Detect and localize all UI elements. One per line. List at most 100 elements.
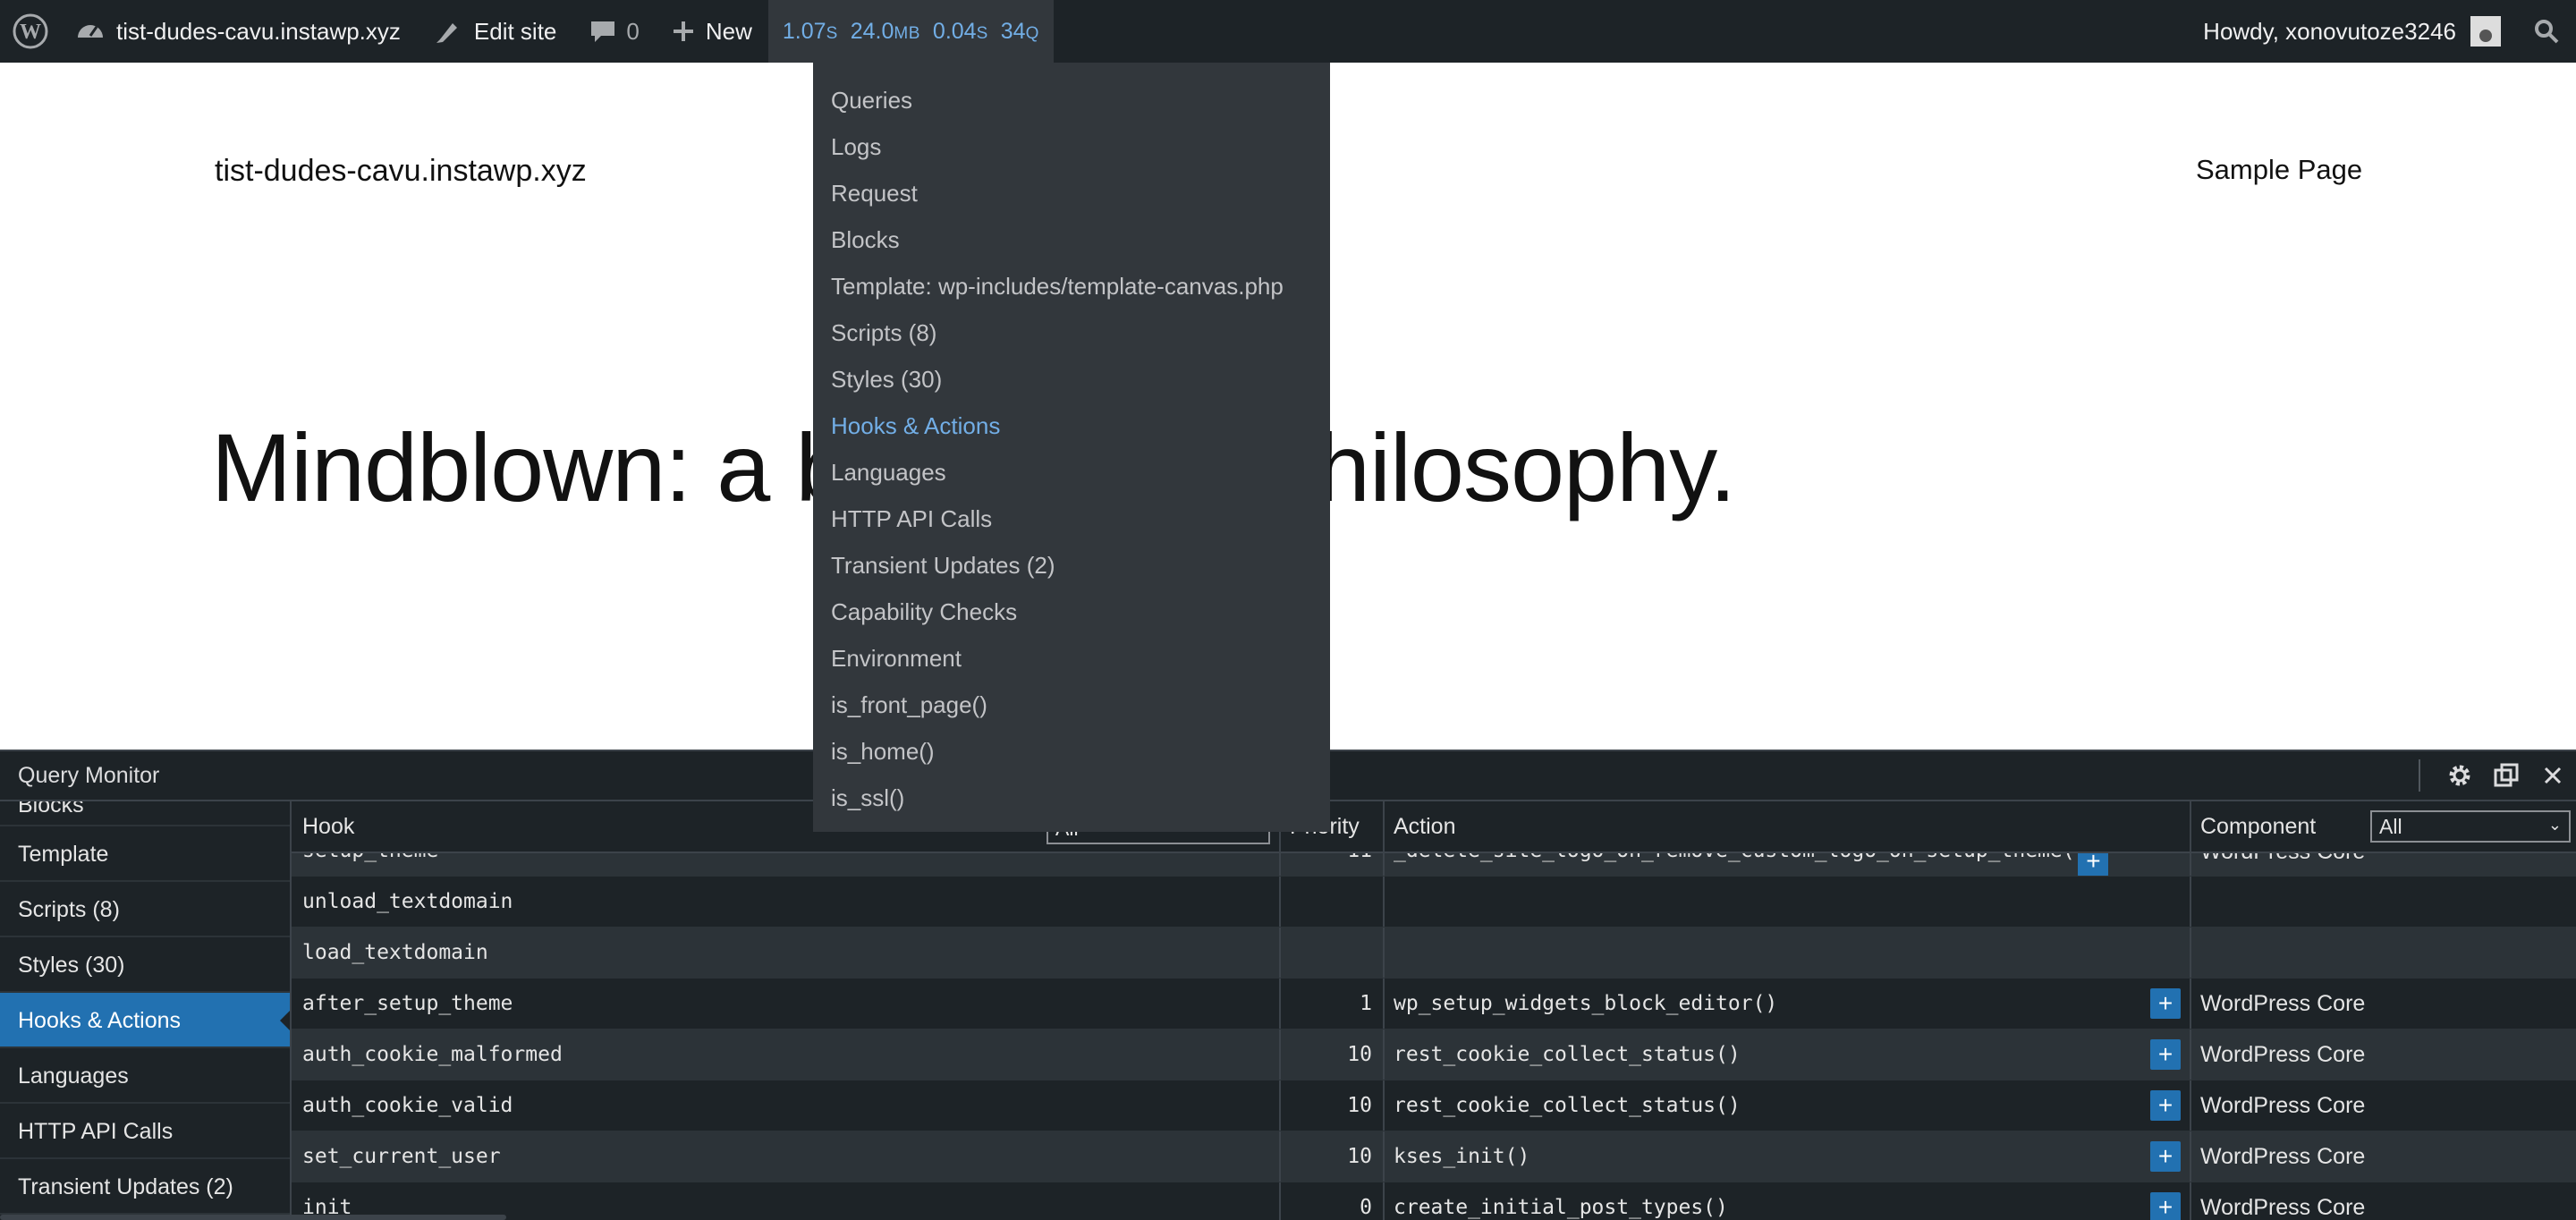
admin-bar: W tist-dudes-cavu.instawp.xyz Edit site …	[0, 0, 2576, 63]
hook-action: rest_cookie_collect_status()	[1394, 1094, 1741, 1117]
qm-menu-capability-checks[interactable]: Capability Checks	[813, 589, 1330, 635]
new-label: New	[705, 17, 752, 45]
table-row: load_textdomain	[292, 928, 2576, 979]
qm-menu-logs[interactable]: Logs	[813, 123, 1330, 170]
qm-menu-transient-updates[interactable]: Transient Updates (2)	[813, 542, 1330, 589]
expand-button[interactable]: +	[2150, 1090, 2181, 1121]
expand-button[interactable]: +	[2150, 1141, 2181, 1172]
column-header-component[interactable]: Component All ⌄	[2191, 801, 2576, 851]
hooks-table: Hook All ⌄ Priority Action Component All…	[292, 801, 2576, 1220]
qm-memory: 24.0MB	[850, 18, 920, 44]
qm-nav-blocks[interactable]: Blocks	[0, 801, 290, 826]
hook-priority: 10	[1347, 1043, 1372, 1066]
edit-site-link[interactable]: Edit site	[417, 0, 573, 63]
qm-toggle-position-button[interactable]	[2483, 752, 2529, 799]
qm-nav-languages[interactable]: Languages	[0, 1048, 290, 1104]
paintbrush-icon	[436, 23, 457, 43]
hook-name: auth_cookie_valid	[302, 1094, 513, 1117]
qm-db-time: 0.04S	[932, 18, 988, 44]
hook-name: set_current_user	[302, 1145, 501, 1168]
action-header-label: Action	[1394, 813, 1456, 839]
column-header-action[interactable]: Action	[1385, 801, 2191, 851]
qm-nav-styles[interactable]: Styles (30)	[0, 937, 290, 993]
qm-panel-title: Query Monitor	[18, 762, 160, 788]
qm-panel-nav: Blocks Template Scripts (8) Styles (30) …	[0, 801, 292, 1220]
hook-name: setup_theme	[302, 853, 438, 862]
edit-site-label: Edit site	[473, 17, 557, 45]
qm-close-button[interactable]	[2529, 752, 2576, 799]
hook-priority: 11	[1347, 853, 1372, 862]
qm-dropdown-menu: Queries Logs Request Blocks Template: wp…	[813, 63, 1330, 832]
hook-component: WordPress Core	[2200, 1092, 2366, 1118]
table-row: unload_textdomain	[292, 877, 2576, 928]
qm-menu-styles[interactable]: Styles (30)	[813, 356, 1330, 402]
query-monitor-menu[interactable]: 1.07S 24.0MB 0.04S 34Q	[767, 0, 1054, 63]
hook-priority: 10	[1347, 1145, 1372, 1168]
hook-component: WordPress Core	[2200, 990, 2366, 1016]
qm-menu-blocks[interactable]: Blocks	[813, 216, 1330, 263]
horizontal-scrollbar[interactable]	[0, 1215, 506, 1220]
component-filter-select[interactable]: All ⌄	[2370, 810, 2571, 843]
table-row: set_current_user 10 kses_init() + WordPre…	[292, 1131, 2576, 1182]
qm-menu-http-api-calls[interactable]: HTTP API Calls	[813, 496, 1330, 542]
site-title[interactable]: tist-dudes-cavu.instawp.xyz	[215, 154, 587, 189]
comments-link[interactable]: 0	[572, 0, 655, 63]
qm-nav-http-api-calls[interactable]: HTTP API Calls	[0, 1104, 290, 1159]
qm-menu-is-home[interactable]: is_home()	[813, 728, 1330, 775]
hook-name: load_textdomain	[302, 941, 488, 964]
hook-component: WordPress Core	[2200, 1194, 2366, 1220]
qm-queries: 34Q	[1000, 18, 1039, 44]
hook-priority: 1	[1360, 992, 1372, 1015]
qm-menu-hooks-actions[interactable]: Hooks & Actions	[813, 402, 1330, 449]
comment-bubble-icon	[591, 21, 615, 42]
hook-action: kses_init()	[1394, 1145, 1530, 1168]
comments-count: 0	[626, 17, 640, 45]
window-dock-icon	[2494, 763, 2519, 787]
qm-menu-queries[interactable]: Queries	[813, 77, 1330, 123]
qm-nav-template[interactable]: Template	[0, 826, 290, 882]
search-button[interactable]	[2517, 0, 2576, 63]
qm-menu-scripts[interactable]: Scripts (8)	[813, 309, 1330, 356]
nav-sample-page-link[interactable]: Sample Page	[2196, 154, 2362, 186]
chevron-down-icon: ⌄	[2547, 816, 2562, 834]
expand-button[interactable]: +	[2150, 1039, 2181, 1070]
qm-nav-scripts[interactable]: Scripts (8)	[0, 882, 290, 937]
howdy-label: Howdy, xonovutoze3246	[2203, 17, 2456, 45]
qm-nav-hooks-actions[interactable]: Hooks & Actions	[0, 993, 290, 1048]
hook-name: auth_cookie_malformed	[302, 1043, 563, 1066]
site-name-label: tist-dudes-cavu.instawp.xyz	[116, 17, 401, 45]
table-row: auth_cookie_malformed 10 rest_cookie_col…	[292, 1029, 2576, 1080]
hook-component: WordPress Core	[2200, 1143, 2366, 1169]
component-header-label: Component	[2200, 813, 2317, 839]
site-name-menu[interactable]: tist-dudes-cavu.instawp.xyz	[59, 0, 417, 63]
component-filter-value: All	[2379, 814, 2402, 838]
qm-time: 1.07S	[782, 18, 838, 44]
expand-button[interactable]: +	[2150, 1192, 2181, 1220]
qm-nav-transient-updates[interactable]: Transient Updates (2)	[0, 1159, 290, 1215]
qm-menu-environment[interactable]: Environment	[813, 635, 1330, 682]
qm-menu-request[interactable]: Request	[813, 170, 1330, 216]
close-icon	[2544, 767, 2562, 784]
hook-name: after_setup_theme	[302, 992, 513, 1015]
hook-priority: 0	[1360, 1196, 1372, 1219]
qm-menu-template[interactable]: Template: wp-includes/template-canvas.ph…	[813, 263, 1330, 309]
qm-menu-is-ssl[interactable]: is_ssl()	[813, 775, 1330, 821]
wordpress-logo-menu[interactable]: W	[0, 0, 59, 63]
hook-action: _delete_site_logo_on_remove_custom_logo_…	[1394, 853, 2087, 862]
table-body: setup_theme 11 _delete_site_logo_on_remo…	[292, 853, 2576, 1220]
dashboard-icon	[78, 25, 103, 38]
hook-component: WordPress Core	[2200, 1041, 2366, 1067]
my-account-menu[interactable]: Howdy, xonovutoze3246	[2187, 0, 2517, 63]
table-row: after_setup_theme 1 wp_setup_widgets_blo…	[292, 979, 2576, 1029]
qm-menu-languages[interactable]: Languages	[813, 449, 1330, 496]
qm-settings-button[interactable]	[2436, 752, 2483, 799]
new-content-menu[interactable]: New	[656, 0, 768, 63]
table-row: auth_cookie_valid 10 rest_cookie_collect…	[292, 1080, 2576, 1131]
expand-button[interactable]: +	[2150, 988, 2181, 1019]
hook-header-label: Hook	[302, 813, 355, 839]
expand-button[interactable]: +	[2078, 853, 2109, 876]
hook-name: unload_textdomain	[302, 890, 513, 913]
search-icon	[2535, 20, 2559, 44]
qm-menu-is-front-page[interactable]: is_front_page()	[813, 682, 1330, 728]
hook-priority: 10	[1347, 1094, 1372, 1117]
